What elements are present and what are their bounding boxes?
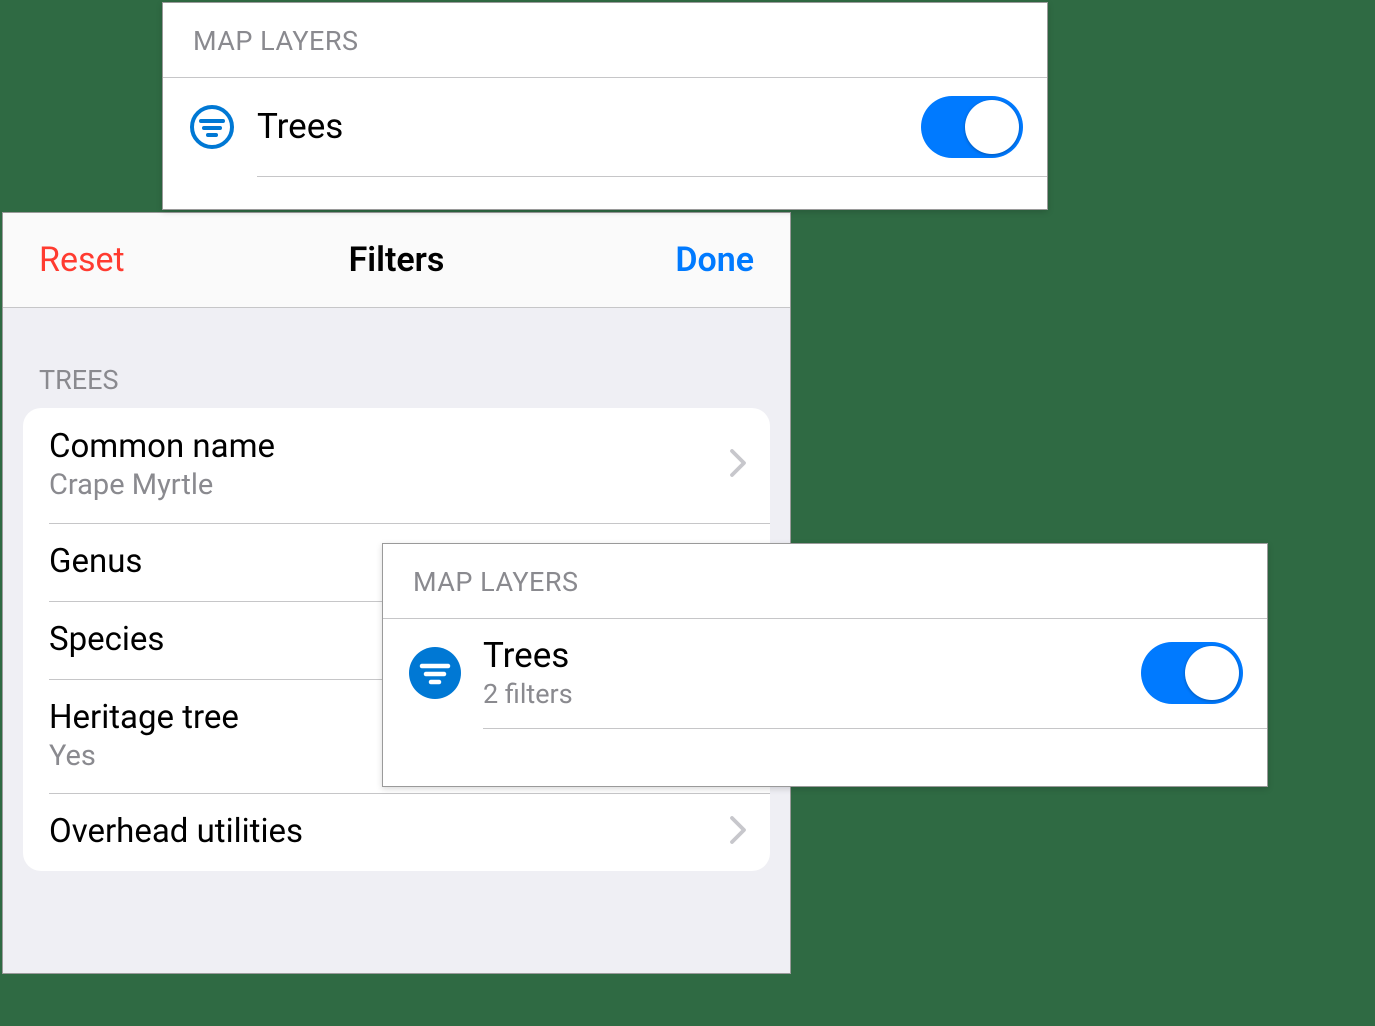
map-layers-header: MAP LAYERS [163, 3, 1047, 77]
layer-visibility-toggle[interactable] [1141, 642, 1243, 704]
done-button[interactable]: Done [675, 240, 754, 280]
filter-outline-icon [189, 104, 235, 150]
map-layers-panel-bottom: MAP LAYERS Trees 2 filters [382, 543, 1268, 787]
filter-row-common-name[interactable]: Common name Crape Myrtle [23, 408, 770, 523]
map-layers-header: MAP LAYERS [383, 544, 1267, 618]
layer-subtitle: 2 filters [483, 678, 1141, 710]
filter-row-title: Common name [49, 428, 728, 466]
divider [483, 728, 1267, 729]
filter-filled-icon [409, 647, 461, 699]
filters-modal-header: Reset Filters Done [3, 213, 790, 308]
reset-button[interactable]: Reset [39, 240, 125, 280]
filter-row-subtitle: Crape Myrtle [49, 468, 728, 503]
layer-title: Trees [483, 637, 1141, 676]
layer-row-trees-filtered[interactable]: Trees 2 filters [383, 619, 1267, 728]
map-layers-panel-top: MAP LAYERS Trees [162, 2, 1048, 210]
toggle-knob [965, 100, 1019, 154]
divider [257, 176, 1047, 177]
filter-row-title: Overhead utilities [49, 813, 728, 851]
layer-row-trees[interactable]: Trees [163, 78, 1047, 176]
chevron-right-icon [728, 815, 748, 849]
filter-row-overhead-utilities[interactable]: Overhead utilities [23, 793, 770, 871]
layer-visibility-toggle[interactable] [921, 96, 1023, 158]
layer-title: Trees [257, 108, 921, 147]
chevron-right-icon [728, 448, 748, 482]
toggle-knob [1185, 646, 1239, 700]
filters-modal-title: Filters [349, 240, 445, 280]
filters-section-header: TREES [3, 308, 790, 408]
